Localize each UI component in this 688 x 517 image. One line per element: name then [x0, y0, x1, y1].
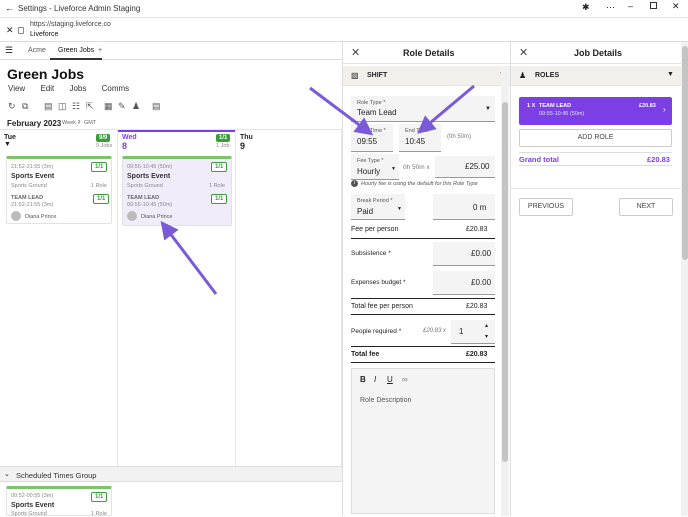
- annotation-arrows: [160, 84, 475, 295]
- arrow-to-wed-card: [160, 220, 218, 295]
- arrow-to-start-time: [309, 86, 374, 136]
- arrow-to-end-time: [417, 84, 475, 134]
